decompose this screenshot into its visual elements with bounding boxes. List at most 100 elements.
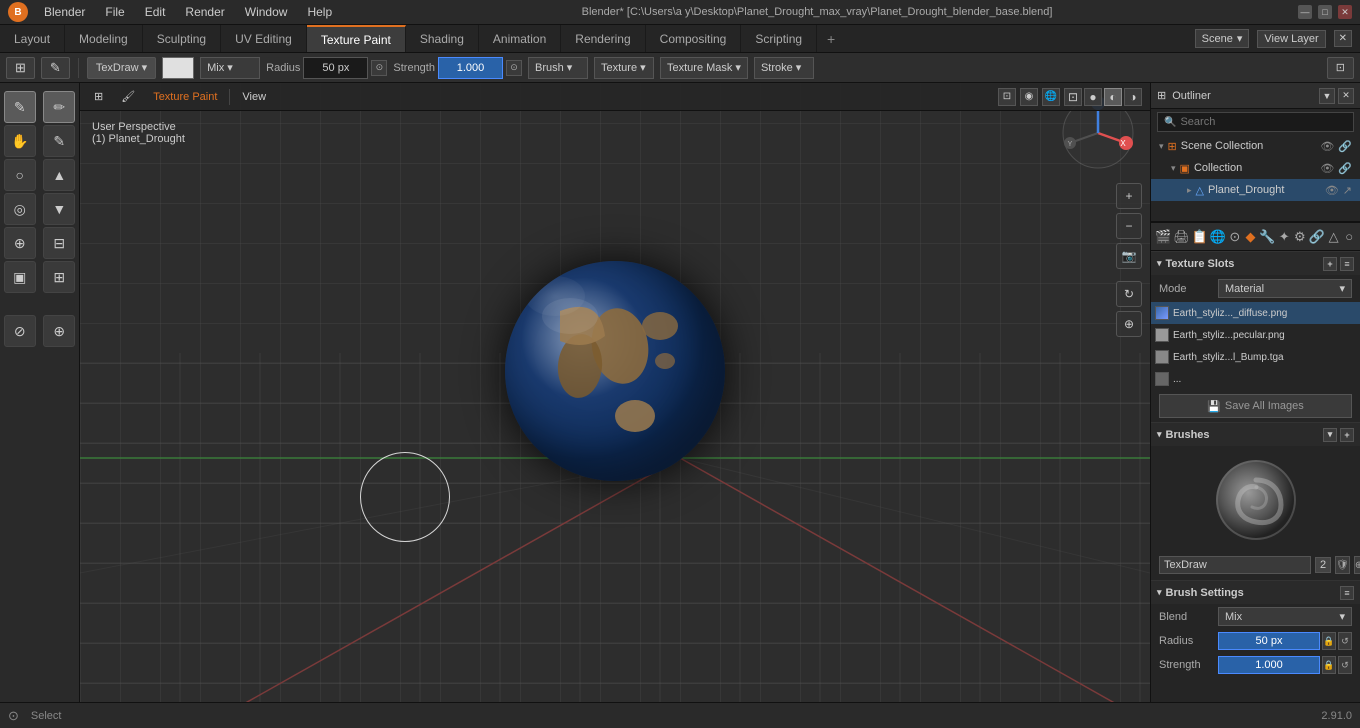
brush-selector[interactable]: Brush ▾ xyxy=(528,57,588,79)
pan-btn[interactable]: ⊕ xyxy=(1116,311,1142,337)
radius-reset-btn[interactable]: ↺ xyxy=(1338,632,1352,650)
brush-type-selector[interactable]: TexDraw ▾ xyxy=(87,57,156,79)
strength-input[interactable]: 1.000 xyxy=(438,57,503,79)
camera-view-btn[interactable]: 📷 xyxy=(1116,243,1142,269)
brush-shield-btn[interactable]: 🛡 xyxy=(1335,556,1350,574)
draw-brush[interactable]: ✏ xyxy=(43,91,75,123)
texture-mask-selector[interactable]: Texture Mask ▾ xyxy=(660,57,748,79)
brush-strength-input[interactable]: 1.000 xyxy=(1218,656,1320,674)
minimize-button[interactable]: — xyxy=(1298,5,1312,19)
mask-tool[interactable]: ⊘ xyxy=(4,315,36,347)
scene-link-icon[interactable]: 🔗 xyxy=(1338,140,1352,153)
scene-props-btn[interactable]: 🌐 xyxy=(1210,226,1226,248)
soften-tool[interactable]: ○ xyxy=(4,159,36,191)
add-workspace-button[interactable]: + xyxy=(817,31,845,47)
scene-selector[interactable]: Scene ▾ xyxy=(1195,29,1250,48)
menu-file[interactable]: File xyxy=(101,3,128,21)
particles-props-btn[interactable]: ✦ xyxy=(1277,226,1291,248)
texture-slot-2[interactable]: Earth_styliz...l_Bump.tga xyxy=(1151,346,1360,368)
zoom-out-btn[interactable]: − xyxy=(1116,213,1142,239)
grab-tool[interactable]: ✋ xyxy=(4,125,36,157)
vp-toggle-3[interactable]: 🌐 xyxy=(1042,88,1060,106)
smear-tool[interactable]: ◎ xyxy=(4,193,36,225)
material-mode-btn[interactable]: ◐ xyxy=(1104,88,1122,106)
clone-tool[interactable]: ⊕ xyxy=(4,227,36,259)
viewport-view-btn[interactable]: View xyxy=(236,89,272,105)
texture-selector[interactable]: Texture ▾ xyxy=(594,57,654,79)
outliner-search-input[interactable] xyxy=(1180,116,1347,128)
vp-toggle-2[interactable]: ◉ xyxy=(1020,88,1038,106)
annotate-tool[interactable]: ✎ xyxy=(43,125,75,157)
draw-tool[interactable]: ✎ xyxy=(4,91,36,123)
tab-animation[interactable]: Animation xyxy=(479,25,561,52)
add-btn[interactable]: ▲ xyxy=(43,159,75,191)
orbit-btn[interactable]: ↻ xyxy=(1116,281,1142,307)
outliner-filter-btn[interactable]: ▼ xyxy=(1319,88,1335,104)
strength-reset-btn[interactable]: ↺ xyxy=(1338,656,1352,674)
menu-help[interactable]: Help xyxy=(303,3,336,21)
tab-layout[interactable]: Layout xyxy=(0,25,65,52)
strength-eyedropper[interactable]: ⊙ xyxy=(506,60,522,76)
menu-blender[interactable]: Blender xyxy=(40,3,89,21)
menu-edit[interactable]: Edit xyxy=(141,3,170,21)
menu-window[interactable]: Window xyxy=(241,3,292,21)
tab-scripting[interactable]: Scripting xyxy=(741,25,817,52)
radius-eyedropper[interactable]: ⊙ xyxy=(371,60,387,76)
tab-shading[interactable]: Shading xyxy=(406,25,479,52)
brush-settings-toggle[interactable]: ▾ Brush Settings ≡ xyxy=(1151,580,1360,604)
tab-uv-editing[interactable]: UV Editing xyxy=(221,25,307,52)
outliner-new-btn[interactable]: ✕ xyxy=(1338,88,1354,104)
tab-modeling[interactable]: Modeling xyxy=(65,25,143,52)
strength-lock-btn[interactable]: 🔒 xyxy=(1322,656,1336,674)
stroke-selector[interactable]: Stroke ▾ xyxy=(754,57,814,79)
constraints-props-btn[interactable]: 🔗 xyxy=(1309,226,1325,248)
col-link-icon[interactable]: 🔗 xyxy=(1338,162,1352,175)
texture-slots-add[interactable]: + xyxy=(1323,257,1337,271)
scene-eye-icon[interactable]: 👁 xyxy=(1320,140,1334,153)
texture-slot-1[interactable]: Earth_styliz...pecular.png xyxy=(1151,324,1360,346)
material-props-btn[interactable]: ○ xyxy=(1342,226,1356,248)
inflate-btn[interactable]: ⊕ xyxy=(43,315,75,347)
view-layer-options[interactable]: ✕ xyxy=(1334,30,1352,47)
brush-color-swatch[interactable] xyxy=(162,57,194,79)
fill-tool[interactable]: ▣ xyxy=(4,261,36,293)
tab-texture-paint[interactable]: Texture Paint xyxy=(307,25,406,52)
vp-toggle-1[interactable]: ⊡ xyxy=(998,88,1016,106)
texture-slot-3[interactable]: ... xyxy=(1151,368,1360,390)
brush-tool-btn[interactable]: ✎ xyxy=(41,57,70,79)
output-props-btn[interactable]: 🖨 xyxy=(1173,226,1190,248)
blend-dropdown[interactable]: Mix ▾ xyxy=(1218,607,1352,626)
render-mode-btn[interactable]: ◑ xyxy=(1124,88,1142,106)
planet-sel-icon[interactable]: ↗ xyxy=(1343,184,1352,197)
mode-dropdown[interactable]: Material ▾ xyxy=(1218,279,1352,298)
tab-rendering[interactable]: Rendering xyxy=(561,25,645,52)
solid-mode-btn[interactable]: ● xyxy=(1084,88,1102,106)
brush-radius-input[interactable]: 50 px xyxy=(1218,632,1320,650)
save-all-images-button[interactable]: 💾 Save All Images xyxy=(1159,394,1352,418)
wireframe-mode-btn[interactable]: ⊡ xyxy=(1064,88,1082,106)
brush-copy-btn[interactable]: ⊕ xyxy=(1354,556,1360,574)
viewport-paint-mode[interactable]: 🖌 xyxy=(115,88,141,105)
brush-name-input[interactable] xyxy=(1159,556,1311,574)
brush-settings-expand[interactable]: ≡ xyxy=(1340,586,1354,600)
outliner-row-collection[interactable]: ▾ ▣ Collection 👁 🔗 xyxy=(1151,157,1360,179)
outliner-row-scene-collection[interactable]: ▾ ⊞ Scene Collection 👁 🔗 xyxy=(1151,135,1360,157)
object-props-btn[interactable]: ◆ xyxy=(1244,226,1258,248)
object-mode-btn[interactable]: ⊞ xyxy=(6,57,35,79)
close-button[interactable]: ✕ xyxy=(1338,5,1352,19)
texture-slots-opts[interactable]: ≡ xyxy=(1340,257,1354,271)
toggle-overlay[interactable]: ⊡ xyxy=(1327,57,1354,79)
maximize-button[interactable]: □ xyxy=(1318,5,1332,19)
viewport[interactable]: ⊞ 🖌 Texture Paint View ⊡ ◉ 🌐 ⊡ ● ◐ ◑ Use… xyxy=(80,83,1150,702)
brushes-toggle[interactable]: ▾ Brushes ▾ + xyxy=(1151,422,1360,446)
viewport-texture-paint-btn[interactable]: Texture Paint xyxy=(147,89,223,105)
blend-mode-selector[interactable]: Mix ▾ xyxy=(200,57,260,79)
view-layer-selector[interactable]: View Layer xyxy=(1257,30,1325,48)
data-props-btn[interactable]: △ xyxy=(1327,226,1341,248)
menu-render[interactable]: Render xyxy=(181,3,228,21)
modifier-props-btn[interactable]: 🔧 xyxy=(1259,226,1275,248)
texture-slot-0[interactable]: Earth_styliz..._diffuse.png xyxy=(1151,302,1360,324)
render-props-btn[interactable]: 🎬 xyxy=(1155,226,1171,248)
viewport-header-icon[interactable]: ⊞ xyxy=(88,88,109,105)
subtract-btn[interactable]: ▼ xyxy=(43,193,75,225)
